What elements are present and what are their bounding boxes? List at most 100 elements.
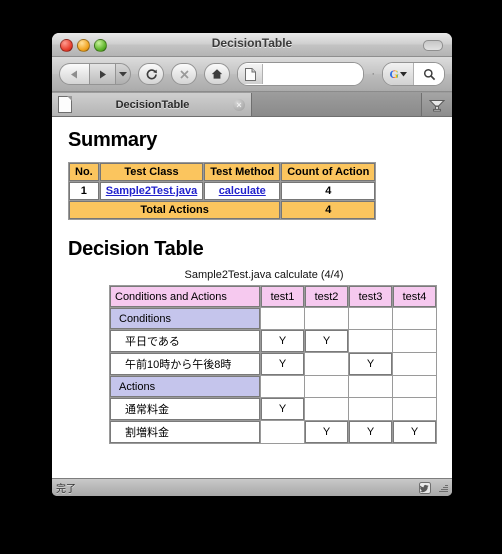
home-icon xyxy=(211,69,223,79)
stop-icon xyxy=(179,69,189,79)
mark-cell-empty xyxy=(393,353,436,375)
decision-table-heading: Decision Table xyxy=(68,238,204,260)
table-header-row: Conditions and Actions test1 test2 test3… xyxy=(110,286,436,307)
action-label: 通常料金 xyxy=(110,398,260,420)
table-row: 1 Sample2Test.java calculate 4 xyxy=(69,182,376,200)
chevron-down-icon xyxy=(399,72,407,77)
mark-cell: Y xyxy=(305,421,348,443)
test-class-link[interactable]: Sample2Test.java xyxy=(106,185,198,197)
col-test-class: Test Class xyxy=(99,163,204,181)
chevron-down-icon xyxy=(119,72,127,77)
table-row: 午前10時から午後8時 Y Y xyxy=(110,353,436,375)
group-spacer xyxy=(261,308,304,329)
toolbar-toggle-button[interactable] xyxy=(423,40,443,51)
col-test2: test2 xyxy=(305,286,348,307)
col-test1: test1 xyxy=(261,286,304,307)
decision-table: Conditions and Actions test1 test2 test3… xyxy=(109,285,437,444)
browser-window: DecisionTable · G DecisionTable × Summar… xyxy=(52,33,452,496)
mark-cell-empty xyxy=(349,330,392,352)
toolbar-separator: · xyxy=(371,68,375,80)
cell-test-method: calculate xyxy=(204,182,281,200)
mark-cell: Y xyxy=(349,421,392,443)
address-bar[interactable] xyxy=(237,62,365,86)
back-button[interactable] xyxy=(59,63,89,85)
tab-label: DecisionTable xyxy=(115,98,190,111)
home-button[interactable] xyxy=(204,63,230,85)
total-actions-label: Total Actions xyxy=(69,201,281,219)
tab-bar: DecisionTable × xyxy=(52,92,452,117)
group-spacer xyxy=(393,376,436,397)
tab-decisiontable[interactable]: DecisionTable × xyxy=(52,93,252,116)
summary-heading: Summary xyxy=(68,129,158,151)
total-actions-value: 4 xyxy=(281,201,376,219)
col-test3: test3 xyxy=(349,286,392,307)
mark-cell: Y xyxy=(393,421,436,443)
col-test-method: Test Method xyxy=(204,163,281,181)
reload-icon xyxy=(146,68,157,79)
mark-cell: Y xyxy=(261,330,304,352)
title-bar[interactable]: DecisionTable xyxy=(52,33,452,57)
table-row: 割増料金 Y Y Y xyxy=(110,421,436,443)
summary-table: No. Test Class Test Method Count of Acti… xyxy=(68,162,377,220)
table-row: 平日である Y Y xyxy=(110,330,436,352)
document-icon xyxy=(58,96,72,113)
search-bar[interactable]: G xyxy=(382,62,445,86)
mark-cell-empty xyxy=(393,398,436,420)
browser-toolbar: · G xyxy=(52,57,452,92)
test-method-link[interactable]: calculate xyxy=(219,185,266,197)
mark-cell: Y xyxy=(305,330,348,352)
stop-button[interactable] xyxy=(171,63,197,85)
forward-arrow-icon xyxy=(100,70,106,78)
search-engine-selector[interactable]: G xyxy=(383,63,414,85)
cart-icon xyxy=(429,99,445,111)
mark-cell: Y xyxy=(349,353,392,375)
group-spacer xyxy=(305,376,348,397)
condition-label: 平日である xyxy=(110,330,260,352)
history-dropdown-button[interactable] xyxy=(115,63,131,85)
group-label-actions: Actions xyxy=(110,376,260,397)
mark-cell-empty xyxy=(261,421,304,443)
group-row-conditions: Conditions xyxy=(110,308,436,329)
group-spacer xyxy=(261,376,304,397)
decision-table-caption: Sample2Test.java calculate (4/4) xyxy=(184,269,344,281)
group-label-conditions: Conditions xyxy=(110,308,260,329)
google-logo-icon: G xyxy=(389,66,399,81)
reload-button[interactable] xyxy=(138,63,164,85)
cell-no: 1 xyxy=(69,182,99,200)
mark-cell: Y xyxy=(261,353,304,375)
search-input[interactable] xyxy=(414,63,444,85)
twitter-bird-icon[interactable] xyxy=(419,481,431,494)
table-header-row: No. Test Class Test Method Count of Acti… xyxy=(69,163,376,181)
cart-button[interactable] xyxy=(421,93,452,116)
page-icon xyxy=(238,64,263,84)
close-icon[interactable]: × xyxy=(233,98,245,111)
document-icon xyxy=(244,67,256,81)
mark-cell: Y xyxy=(261,398,304,420)
mark-cell-empty xyxy=(305,398,348,420)
group-spacer xyxy=(349,308,392,329)
navigation-button-group xyxy=(59,63,131,85)
back-arrow-icon xyxy=(71,70,77,78)
mark-cell-empty xyxy=(393,330,436,352)
group-spacer xyxy=(393,308,436,329)
col-conditions-and-actions: Conditions and Actions xyxy=(110,286,260,307)
cell-test-class: Sample2Test.java xyxy=(99,182,204,200)
address-input[interactable] xyxy=(263,63,364,85)
forward-button[interactable] xyxy=(89,63,115,85)
action-label: 割増料金 xyxy=(110,421,260,443)
window-title: DecisionTable xyxy=(211,36,293,50)
mark-cell-empty xyxy=(349,398,392,420)
search-icon xyxy=(423,68,435,80)
group-spacer xyxy=(349,376,392,397)
condition-label: 午前10時から午後8時 xyxy=(110,353,260,375)
table-row: 通常料金 Y xyxy=(110,398,436,420)
resize-grip-icon[interactable] xyxy=(435,481,448,494)
group-spacer xyxy=(305,308,348,329)
group-row-actions: Actions xyxy=(110,376,436,397)
page-content: Summary No. Test Class Test Method Count… xyxy=(52,117,452,478)
col-test4: test4 xyxy=(393,286,436,307)
status-text: 完了 xyxy=(56,484,76,495)
mark-cell-empty xyxy=(305,353,348,375)
cell-count: 4 xyxy=(281,182,376,200)
status-bar: 完了 xyxy=(52,478,452,496)
